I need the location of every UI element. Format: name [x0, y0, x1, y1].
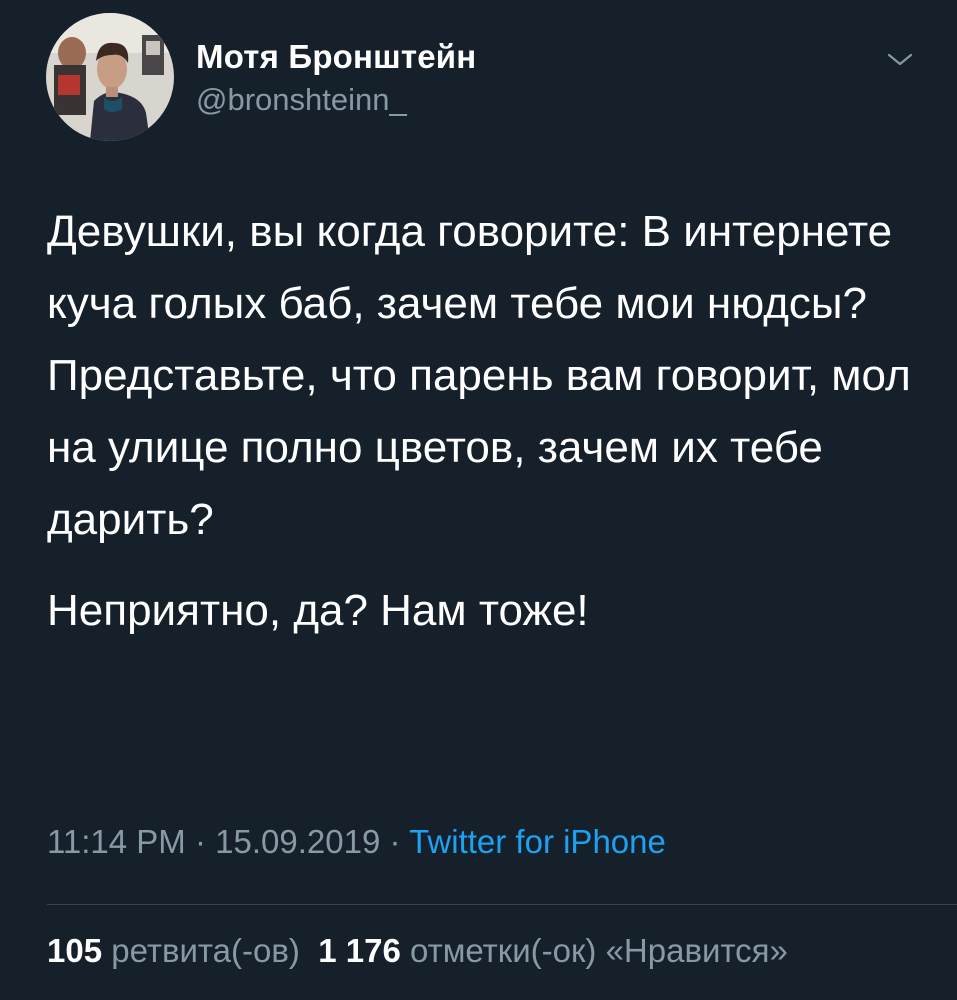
retweets-count: 105: [47, 932, 103, 969]
tweet-paragraph: Неприятно, да? Нам тоже!: [47, 586, 589, 635]
tweet-date: 15.09.2019: [215, 823, 381, 860]
likes-label: отметки(-ок) «Нравится»: [409, 932, 788, 969]
tweet-text: Девушки, вы когда говорите: В интернете …: [47, 196, 927, 647]
avatar[interactable]: [46, 13, 174, 141]
retweets-stat[interactable]: 105 ретвита(-ов): [47, 932, 300, 969]
tweet-time: 11:14 PM: [47, 823, 186, 860]
likes-count: 1 176: [318, 932, 401, 969]
meta-separator: ·: [389, 823, 401, 860]
tweet-stats: 105 ретвита(-ов) 1 176 отметки(-ок) «Нра…: [47, 932, 788, 970]
author-display-name[interactable]: Мотя Бронштейн: [196, 38, 476, 76]
tweet-meta: 11:14 PM · 15.09.2019 · Twitter for iPho…: [47, 823, 666, 861]
tweet-source-link[interactable]: Twitter for iPhone: [409, 823, 666, 860]
meta-separator: ·: [194, 823, 206, 860]
author-handle[interactable]: @bronshteinn_: [196, 82, 407, 118]
avatar-image: [46, 13, 174, 141]
chevron-down-icon[interactable]: [880, 44, 920, 74]
likes-stat[interactable]: 1 176 отметки(-ок) «Нравится»: [318, 932, 788, 969]
retweets-label: ретвита(-ов): [111, 932, 300, 969]
tweet-paragraph: Представьте, что парень вам говорит, мол…: [47, 351, 911, 544]
tweet-paragraph: Девушки, вы когда говорите: В интернете …: [47, 207, 893, 328]
tweet: Мотя Бронштейн @bronshteinn_ Девушки, вы…: [0, 0, 957, 1000]
divider: [47, 904, 957, 905]
